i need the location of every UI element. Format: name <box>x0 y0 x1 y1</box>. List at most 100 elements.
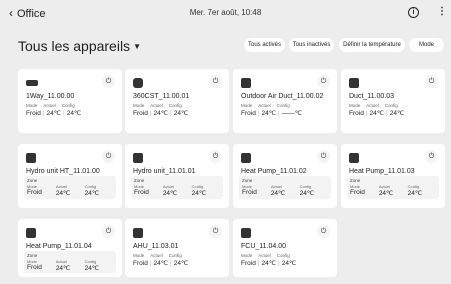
more-options-icon[interactable]: ⋮ <box>437 6 447 17</box>
config-value: 24℃ <box>407 190 423 197</box>
heat-pump-icon <box>241 153 251 163</box>
device-card[interactable]: ⏻ AHU_11.03.01 Mode Actuel Config Froid | 24… <box>125 219 229 277</box>
config-label: Config <box>276 253 290 258</box>
device-stats: Mode Actuel Config Froid | 24℃ | 24℃ <box>133 103 189 117</box>
power-icon[interactable]: ⏻ <box>209 150 222 163</box>
device-name: Outdoor Air Duct_11.00.02 <box>241 93 324 100</box>
set-temperature-button[interactable]: Définir la température <box>339 38 405 52</box>
current-value: 24℃ <box>55 265 71 272</box>
power-icon[interactable]: ⏻ <box>317 150 330 163</box>
zone-panel: Zone Mode Actuel Config Froid 24℃ 24℃ <box>347 176 439 199</box>
zone-panel: Zone Mode Actuel Config Froid 24℃ 24℃ <box>239 176 331 199</box>
device-card[interactable]: ⏻ FCU_11.04.00 Mode Actuel Config Froid | 24… <box>233 219 337 277</box>
config-value: 24℃ <box>173 110 189 117</box>
mode-value: Froid <box>241 110 256 117</box>
zone-label: Zone <box>27 178 38 183</box>
current-value: 24℃ <box>153 260 169 267</box>
current-value: 24℃ <box>55 190 71 197</box>
mode-value: Froid <box>350 189 365 196</box>
device-card[interactable]: ⏻ Duct_11.00.03 Mode Actuel Config Froid | 2… <box>341 69 445 133</box>
info-icon[interactable]: i <box>408 7 419 18</box>
hydro-unit-icon <box>26 153 36 163</box>
duct-icon <box>241 78 251 88</box>
mode-button[interactable]: Mode <box>409 38 444 52</box>
round-cassette-icon <box>133 78 143 88</box>
heat-pump-icon <box>349 153 359 163</box>
config-label: Config <box>168 253 182 258</box>
mode-value: Froid <box>27 189 42 196</box>
top-bar: ‹ Office Mer. 7er août, 10:48 i ⋮ <box>0 0 451 26</box>
device-card[interactable]: ⏻ 360CST_11.00.01 Mode Actuel Config Froid… <box>125 69 229 133</box>
current-label: Actuel <box>366 103 379 108</box>
current-value: 24℃ <box>162 190 178 197</box>
datetime: Mer. 7er août, 10:48 <box>189 8 262 17</box>
device-group-selector[interactable]: Tous les appareils ▼ <box>18 38 141 54</box>
device-name: Heat Pump_11.01.04 <box>26 243 92 250</box>
config-value: 24℃ <box>389 110 405 117</box>
cassette-icon <box>26 80 38 86</box>
mode-value: Froid <box>26 110 41 117</box>
power-icon[interactable]: ⏻ <box>209 225 222 238</box>
device-card[interactable]: ⏻ Heat Pump_11.01.02 Zone Mode Actuel Conf… <box>233 144 337 208</box>
mode-label: Mode <box>241 253 253 258</box>
device-card[interactable]: ⏻ 1Way_11.00.00 Mode Actuel Config Froid | 2… <box>18 69 122 133</box>
power-icon[interactable]: ⏻ <box>102 75 115 88</box>
device-card[interactable]: ⏻ Heat Pump_11.01.04 Zone Mode Actuel Conf… <box>18 219 122 277</box>
config-value: 24℃ <box>299 190 315 197</box>
config-value: 24℃ <box>191 190 207 197</box>
current-label: Actuel <box>258 103 271 108</box>
current-value: 24℃ <box>46 110 62 117</box>
power-icon[interactable]: ⏻ <box>317 225 330 238</box>
power-icon[interactable]: ⏻ <box>102 150 115 163</box>
config-label: Config <box>61 103 75 108</box>
mode-value: Froid <box>242 189 257 196</box>
mode-value: Froid <box>349 110 364 117</box>
device-card[interactable]: ⏻ Hydro unit HT_11.01.00 Zone Mode Actuel… <box>18 144 122 208</box>
current-value: 24℃ <box>153 110 169 117</box>
config-value: 24℃ <box>173 260 189 267</box>
hydro-unit-icon <box>133 153 143 163</box>
current-value: 24℃ <box>369 110 385 117</box>
device-card[interactable]: ⏻ Heat Pump_11.01.03 Zone Mode Actuel Conf… <box>341 144 445 208</box>
device-name: AHU_11.03.01 <box>133 243 179 250</box>
device-stats: Mode Actuel Config Froid | 24℃ | 24℃ <box>349 103 405 117</box>
all-on-button[interactable]: Tous activés <box>244 38 285 52</box>
power-icon[interactable]: ⏻ <box>209 75 222 88</box>
power-icon[interactable]: ⏻ <box>317 75 330 88</box>
current-label: Actuel <box>150 103 163 108</box>
config-label: Config <box>276 103 290 108</box>
device-card[interactable]: ⏻ Hydro unit_11.01.01 Zone Mode Actuel Con… <box>125 144 229 208</box>
power-icon[interactable]: ⏻ <box>425 75 438 88</box>
zone-label: Zone <box>134 178 145 183</box>
zone-panel: Zone Mode Actuel Config Froid 24℃ 24℃ <box>24 251 116 273</box>
config-value: 24℃ <box>66 110 82 117</box>
power-icon[interactable]: ⏻ <box>425 150 438 163</box>
config-label: Config <box>384 103 398 108</box>
current-label: Actuel <box>150 253 163 258</box>
device-name: Heat Pump_11.01.03 <box>349 168 415 175</box>
current-value: 24℃ <box>270 190 286 197</box>
current-label: Actuel <box>258 253 271 258</box>
current-label: Actuel <box>43 103 56 108</box>
ahu-icon <box>133 228 143 238</box>
mode-value: Froid <box>133 110 148 117</box>
config-value: ——℃ <box>281 110 303 117</box>
device-stats: Mode Actuel Config Froid | 24℃ | 24℃ <box>133 253 189 267</box>
fcu-icon <box>241 228 251 238</box>
mode-label: Mode <box>241 103 253 108</box>
config-label: Config <box>168 103 182 108</box>
heat-pump-icon <box>26 228 36 238</box>
zone-label: Zone <box>242 178 253 183</box>
mode-label: Mode <box>133 253 145 258</box>
power-icon[interactable]: ⏻ <box>102 225 115 238</box>
duct-icon <box>349 78 359 88</box>
all-off-button[interactable]: Tous inactivés <box>289 38 334 52</box>
device-stats: Mode Actuel Config Froid | 24℃ | 24℃ <box>26 103 82 117</box>
device-name: 1Way_11.00.00 <box>26 93 75 100</box>
zone-label: Zone <box>350 178 361 183</box>
device-name: FCU_11.04.00 <box>241 243 287 250</box>
chevron-down-icon: ▼ <box>133 42 141 51</box>
mode-value: Froid <box>133 260 148 267</box>
device-card[interactable]: ⏻ Outdoor Air Duct_11.00.02 Mode Actuel Co… <box>233 69 337 133</box>
current-value: 24℃ <box>261 260 277 267</box>
